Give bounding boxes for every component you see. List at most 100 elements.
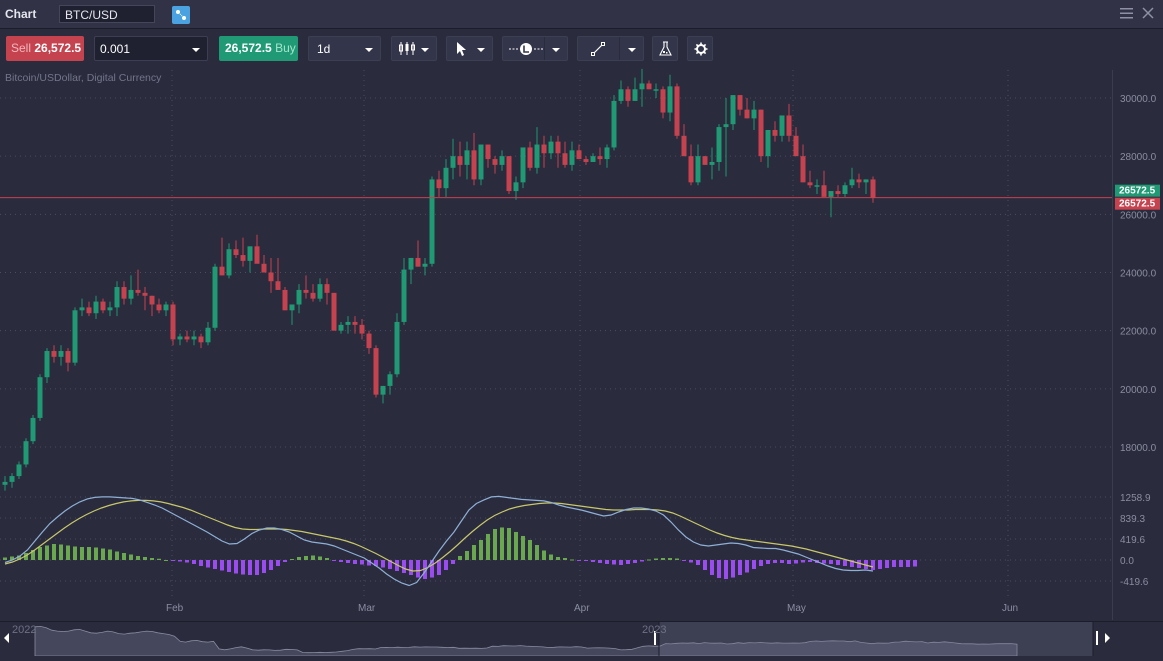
macd-histogram-bar xyxy=(262,560,266,574)
candle-body xyxy=(786,115,792,136)
macd-histogram-bar xyxy=(822,560,826,564)
candle-body xyxy=(639,83,645,90)
candle-body xyxy=(702,156,708,165)
macd-histogram-bar xyxy=(171,560,175,562)
candle-body xyxy=(408,257,414,270)
x-tick-label: Feb xyxy=(166,603,184,614)
candle-body xyxy=(282,289,288,311)
price-chart[interactable]: Feb Mar Apr May Jun 18000.0 20000.0 22000.0 2400… xyxy=(0,0,1163,655)
navigator-year-label: 2023 xyxy=(642,624,666,636)
candle-body xyxy=(562,153,568,165)
macd-tick-label: 839.3 xyxy=(1120,514,1145,525)
candle-body xyxy=(275,281,281,290)
macd-histogram-bar xyxy=(675,558,679,560)
candle-body xyxy=(79,307,85,311)
x-tick-label: Apr xyxy=(574,603,590,614)
macd-tick-label: 419.6 xyxy=(1120,535,1145,546)
macd-histogram-bar xyxy=(185,560,189,563)
macd-histogram-bar xyxy=(45,545,49,560)
navigator-selection[interactable] xyxy=(659,622,1093,656)
macd-histogram-bar xyxy=(717,560,721,579)
macd-histogram-bar xyxy=(346,560,350,564)
macd-histogram-bar xyxy=(647,559,651,561)
macd-histogram-bar xyxy=(129,554,133,560)
candle-body xyxy=(429,179,435,264)
macd-histogram-bar xyxy=(416,560,420,578)
macd-histogram-bar xyxy=(227,560,231,573)
macd-histogram-bar xyxy=(542,550,546,560)
candle-body xyxy=(65,351,71,363)
candle-body xyxy=(86,307,92,314)
candle-body xyxy=(730,95,736,125)
macd-histogram-bar xyxy=(178,560,182,562)
candle-body xyxy=(618,89,624,101)
macd-histogram-bar xyxy=(136,555,140,560)
macd-tick-label: 0.0 xyxy=(1120,556,1134,567)
candle-body xyxy=(632,89,638,101)
candle-body xyxy=(485,144,491,160)
candle-body xyxy=(184,336,190,340)
candle-body xyxy=(527,147,533,168)
macd-histogram-bar xyxy=(59,544,63,560)
macd-histogram-bar xyxy=(528,539,532,560)
candle-body xyxy=(177,336,183,340)
candle-body xyxy=(422,263,428,267)
macd-histogram-bar xyxy=(66,545,70,560)
candle-body xyxy=(100,301,106,311)
candle-body xyxy=(366,333,372,349)
macd-histogram-bar xyxy=(150,557,154,560)
candle-body xyxy=(128,289,134,299)
candle-body xyxy=(359,324,365,334)
macd-histogram-bar xyxy=(80,546,84,560)
macd-histogram-bar xyxy=(801,560,805,563)
macd-histogram-bar xyxy=(304,555,308,560)
candle-body xyxy=(807,182,813,186)
candle-body xyxy=(842,185,848,194)
macd-histogram-bar xyxy=(619,560,623,566)
y-tick-label: 20000.0 xyxy=(1120,385,1157,396)
candle-body xyxy=(821,185,827,197)
macd-histogram-bar xyxy=(311,555,315,560)
macd-histogram-bar xyxy=(451,560,455,565)
macd-histogram-bar xyxy=(654,558,658,560)
y-tick-label: 28000.0 xyxy=(1120,152,1157,163)
macd-histogram-bar xyxy=(269,560,273,571)
candle-body xyxy=(387,374,393,386)
candle-body xyxy=(37,377,43,418)
macd-histogram-bar xyxy=(465,550,469,560)
candle-body xyxy=(478,144,484,180)
macd-histogram-bar xyxy=(87,546,91,560)
navigator[interactable]: 2022 2023 xyxy=(0,621,1163,657)
candle-body xyxy=(569,150,575,165)
macd-histogram-bar xyxy=(584,560,588,562)
macd-histogram-bar xyxy=(612,560,616,565)
candle-body xyxy=(23,441,29,465)
candle-body xyxy=(534,144,540,168)
macd-histogram-bar xyxy=(157,558,161,560)
candle-body xyxy=(800,156,806,183)
navigator-right-handle[interactable] xyxy=(1096,631,1098,645)
macd-histogram-bar xyxy=(773,560,777,564)
navigator-chart[interactable]: 2022 2023 xyxy=(0,622,1163,657)
candle-body xyxy=(352,321,358,325)
macd-histogram-bar xyxy=(472,544,476,560)
candle-body xyxy=(814,185,820,187)
macd-histogram-bar xyxy=(514,531,518,560)
candle-body xyxy=(471,150,477,180)
candle-body xyxy=(436,179,442,189)
candle-body xyxy=(135,289,141,293)
candle-body xyxy=(520,147,526,183)
candle-body xyxy=(226,249,232,276)
navigator-year-label: 2022 xyxy=(12,624,36,636)
candle-body xyxy=(737,95,743,110)
candle-body xyxy=(163,304,169,311)
candle-body xyxy=(590,156,596,162)
scroll-right-icon[interactable] xyxy=(1105,633,1110,643)
macd-histogram-bar xyxy=(255,560,259,576)
macd-histogram-bar xyxy=(458,555,462,560)
macd-histogram-bar xyxy=(626,560,630,565)
candle-body xyxy=(723,124,729,128)
candle-body xyxy=(751,109,757,119)
scroll-left-icon[interactable] xyxy=(4,633,9,643)
candle-body xyxy=(2,481,8,485)
